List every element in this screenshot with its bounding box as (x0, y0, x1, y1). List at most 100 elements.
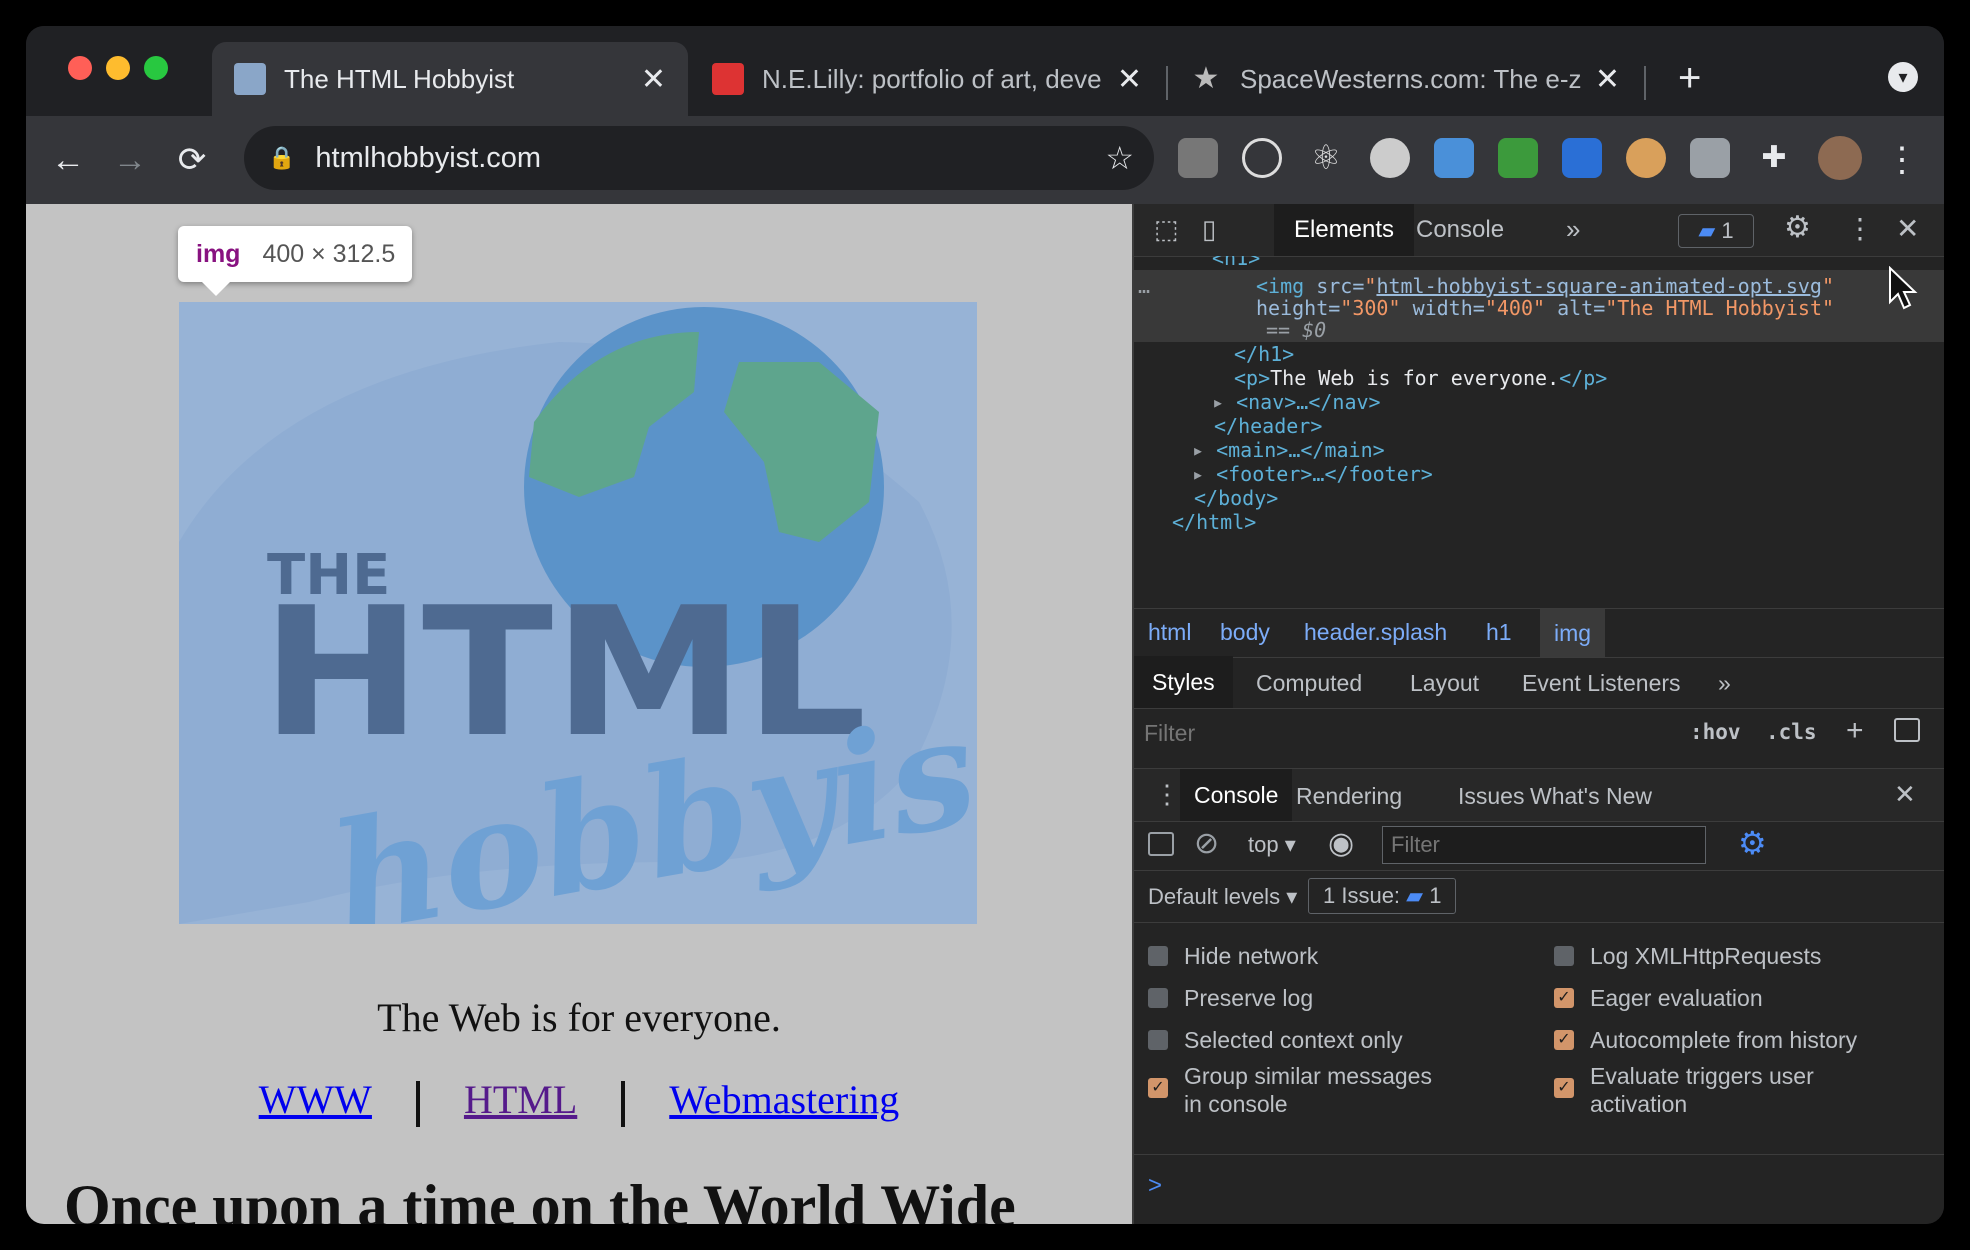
tab-elements[interactable]: Elements (1274, 204, 1415, 256)
breadcrumb-h1[interactable]: h1 (1486, 619, 1512, 646)
new-tab-button[interactable]: + (1678, 56, 1701, 101)
forward-arrow-icon[interactable]: → (106, 136, 154, 184)
minimize-window-button[interactable] (106, 56, 130, 80)
nav-link-www[interactable]: WWW (259, 1077, 372, 1122)
reload-icon[interactable]: ⟳ (168, 136, 216, 184)
live-expression-eye-icon[interactable]: ◉ (1328, 826, 1354, 861)
setting-hide-network[interactable]: Hide network (1148, 942, 1318, 970)
extension-target-icon[interactable] (1242, 138, 1282, 178)
react-devtools-icon[interactable]: ⚛ (1306, 138, 1346, 178)
img-src-link[interactable]: html-hobbyist-square-animated-opt.svg (1376, 274, 1822, 298)
back-arrow-icon[interactable]: ← (44, 136, 92, 184)
console-prompt[interactable]: > (1148, 1172, 1162, 1200)
maximize-window-button[interactable] (144, 56, 168, 80)
nav-link-html[interactable]: HTML (464, 1077, 577, 1122)
issues-counter-button[interactable]: 1 Issue: ▰ 1 (1308, 878, 1457, 914)
close-drawer-icon[interactable]: ✕ (1894, 779, 1916, 810)
setting-autocomplete-history[interactable]: ✓ Autocomplete from history (1554, 1026, 1857, 1054)
drawer-menu-icon[interactable]: ⋮ (1154, 779, 1180, 810)
setting-preserve-log[interactable]: Preserve log (1148, 984, 1313, 1012)
issues-badge[interactable]: ▰ 1 (1678, 214, 1754, 248)
breadcrumb-header[interactable]: header.splash (1304, 619, 1447, 646)
code-line-h1-open[interactable]: <h1> (1212, 256, 1260, 270)
device-toolbar-icon[interactable]: ▯ (1202, 214, 1216, 245)
setting-eager-evaluation[interactable]: ✓ Eager evaluation (1554, 984, 1763, 1012)
breadcrumb-body[interactable]: body (1220, 619, 1270, 646)
more-subtabs-chevron-icon[interactable]: » (1718, 670, 1731, 697)
checkbox[interactable]: ✓ (1148, 1078, 1168, 1098)
puzzle-extensions-icon[interactable]: ✚ (1754, 138, 1794, 178)
inspect-element-icon[interactable]: ⬚ (1154, 214, 1179, 245)
checkbox[interactable]: ✓ (1554, 1078, 1574, 1098)
extension-chart-icon[interactable] (1498, 138, 1538, 178)
setting-label: Evaluate triggers user activation (1590, 1063, 1814, 1117)
checkbox[interactable]: ✓ (1554, 1030, 1574, 1050)
default-levels-dropdown[interactable]: Default levels ▾ (1148, 884, 1297, 910)
breadcrumb-html[interactable]: html (1148, 619, 1191, 646)
checkbox[interactable] (1554, 946, 1574, 966)
styles-filter-input[interactable] (1142, 714, 1666, 752)
tab-search-icon[interactable]: ▾ (1888, 62, 1918, 92)
drawer-tab-rendering[interactable]: Rendering (1296, 783, 1402, 810)
close-tab-icon[interactable]: ✕ (641, 62, 666, 97)
profile-avatar[interactable] (1818, 136, 1862, 180)
code-line-html-close[interactable]: </html> (1172, 510, 1256, 534)
tab-spacewesterns[interactable]: ★ SpaceWesterns.com: The e-zine ✕ (1168, 42, 1642, 116)
code-line-body-close[interactable]: </body> (1194, 486, 1278, 510)
tab-html-hobbyist[interactable]: The HTML Hobbyist ✕ (212, 42, 688, 116)
subtab-styles[interactable]: Styles (1134, 656, 1233, 708)
camera-icon[interactable] (1690, 138, 1730, 178)
drawer-tab-console[interactable]: Console (1180, 769, 1293, 821)
close-tab-icon[interactable]: ✕ (1595, 62, 1620, 97)
console-settings-gear-icon[interactable]: ⚙ (1738, 824, 1767, 862)
styles-filter-row: :hov .cls + (1134, 708, 1944, 758)
checkbox[interactable] (1148, 1030, 1168, 1050)
cookie-icon[interactable] (1626, 138, 1666, 178)
breadcrumb-img[interactable]: img (1540, 609, 1606, 657)
subtab-event-listeners[interactable]: Event Listeners (1522, 670, 1681, 697)
setting-selected-context[interactable]: Selected context only (1148, 1026, 1403, 1054)
subtab-computed[interactable]: Computed (1256, 670, 1362, 697)
code-line-p[interactable]: <p>The Web is for everyone.</p> (1234, 366, 1607, 390)
checkbox[interactable] (1148, 988, 1168, 1008)
settings-gear-icon[interactable]: ⚙ (1784, 210, 1811, 245)
code-line-h1-close[interactable]: </h1> (1234, 342, 1294, 366)
drawer-tab-whats-new[interactable]: What's New (1530, 783, 1652, 810)
drawer-tab-issues[interactable]: Issues (1458, 783, 1524, 810)
add-rule-icon[interactable]: + (1846, 714, 1864, 748)
code-line-nav[interactable]: ▸ <nav>…</nav> (1212, 390, 1381, 414)
extension-1-icon[interactable] (1178, 138, 1218, 178)
tab-console[interactable]: Console (1396, 204, 1524, 256)
menu-kebab-icon[interactable]: ⋮ (1878, 136, 1926, 184)
close-devtools-icon[interactable]: ✕ (1896, 212, 1919, 245)
tab-nelilly[interactable]: N.E.Lilly: portfolio of art, development… (690, 42, 1164, 116)
clear-console-icon[interactable]: ⊘ (1194, 826, 1219, 861)
cls-toggle[interactable]: .cls (1766, 720, 1817, 744)
extension-window-icon[interactable] (1434, 138, 1474, 178)
nav-link-webmastering[interactable]: Webmastering (669, 1077, 899, 1122)
extension-bird-icon[interactable] (1370, 138, 1410, 178)
checkbox[interactable]: ✓ (1554, 988, 1574, 1008)
setting-log-xhr[interactable]: Log XMLHttpRequests (1554, 942, 1821, 970)
close-tab-icon[interactable]: ✕ (1117, 62, 1142, 97)
code-line-img-attrs[interactable]: height="300" width="400" alt="The HTML H… (1256, 296, 1834, 320)
sidebar-toggle-icon[interactable] (1148, 832, 1174, 856)
toggle-sidebar-icon[interactable] (1894, 718, 1920, 742)
code-line-header-close[interactable]: </header> (1214, 414, 1322, 438)
extension-x-icon[interactable] (1562, 138, 1602, 178)
console-filter-input[interactable] (1382, 826, 1706, 864)
bookmark-star-icon[interactable]: ☆ (1105, 139, 1134, 177)
setting-evaluate-triggers[interactable]: ✓ Evaluate triggers user activation (1554, 1062, 1854, 1118)
context-selector[interactable]: top ▾ (1248, 832, 1296, 858)
checkbox[interactable] (1148, 946, 1168, 966)
hov-toggle[interactable]: :hov (1690, 720, 1741, 744)
address-bar[interactable]: 🔒 htmlhobbyist.com ☆ (244, 126, 1154, 190)
setting-group-similar[interactable]: ✓ Group similar messages in console (1148, 1062, 1448, 1118)
code-line-main[interactable]: ▸ <main>…</main> (1192, 438, 1385, 462)
more-tabs-chevron-icon[interactable]: » (1566, 214, 1580, 245)
devtools-menu-icon[interactable]: ⋮ (1846, 212, 1874, 245)
close-window-button[interactable] (68, 56, 92, 80)
subtab-layout[interactable]: Layout (1410, 670, 1479, 697)
code-line-footer[interactable]: ▸ <footer>…</footer> (1192, 462, 1433, 486)
code-line-img[interactable]: <img src="html-hobbyist-square-animated-… (1256, 274, 1834, 298)
